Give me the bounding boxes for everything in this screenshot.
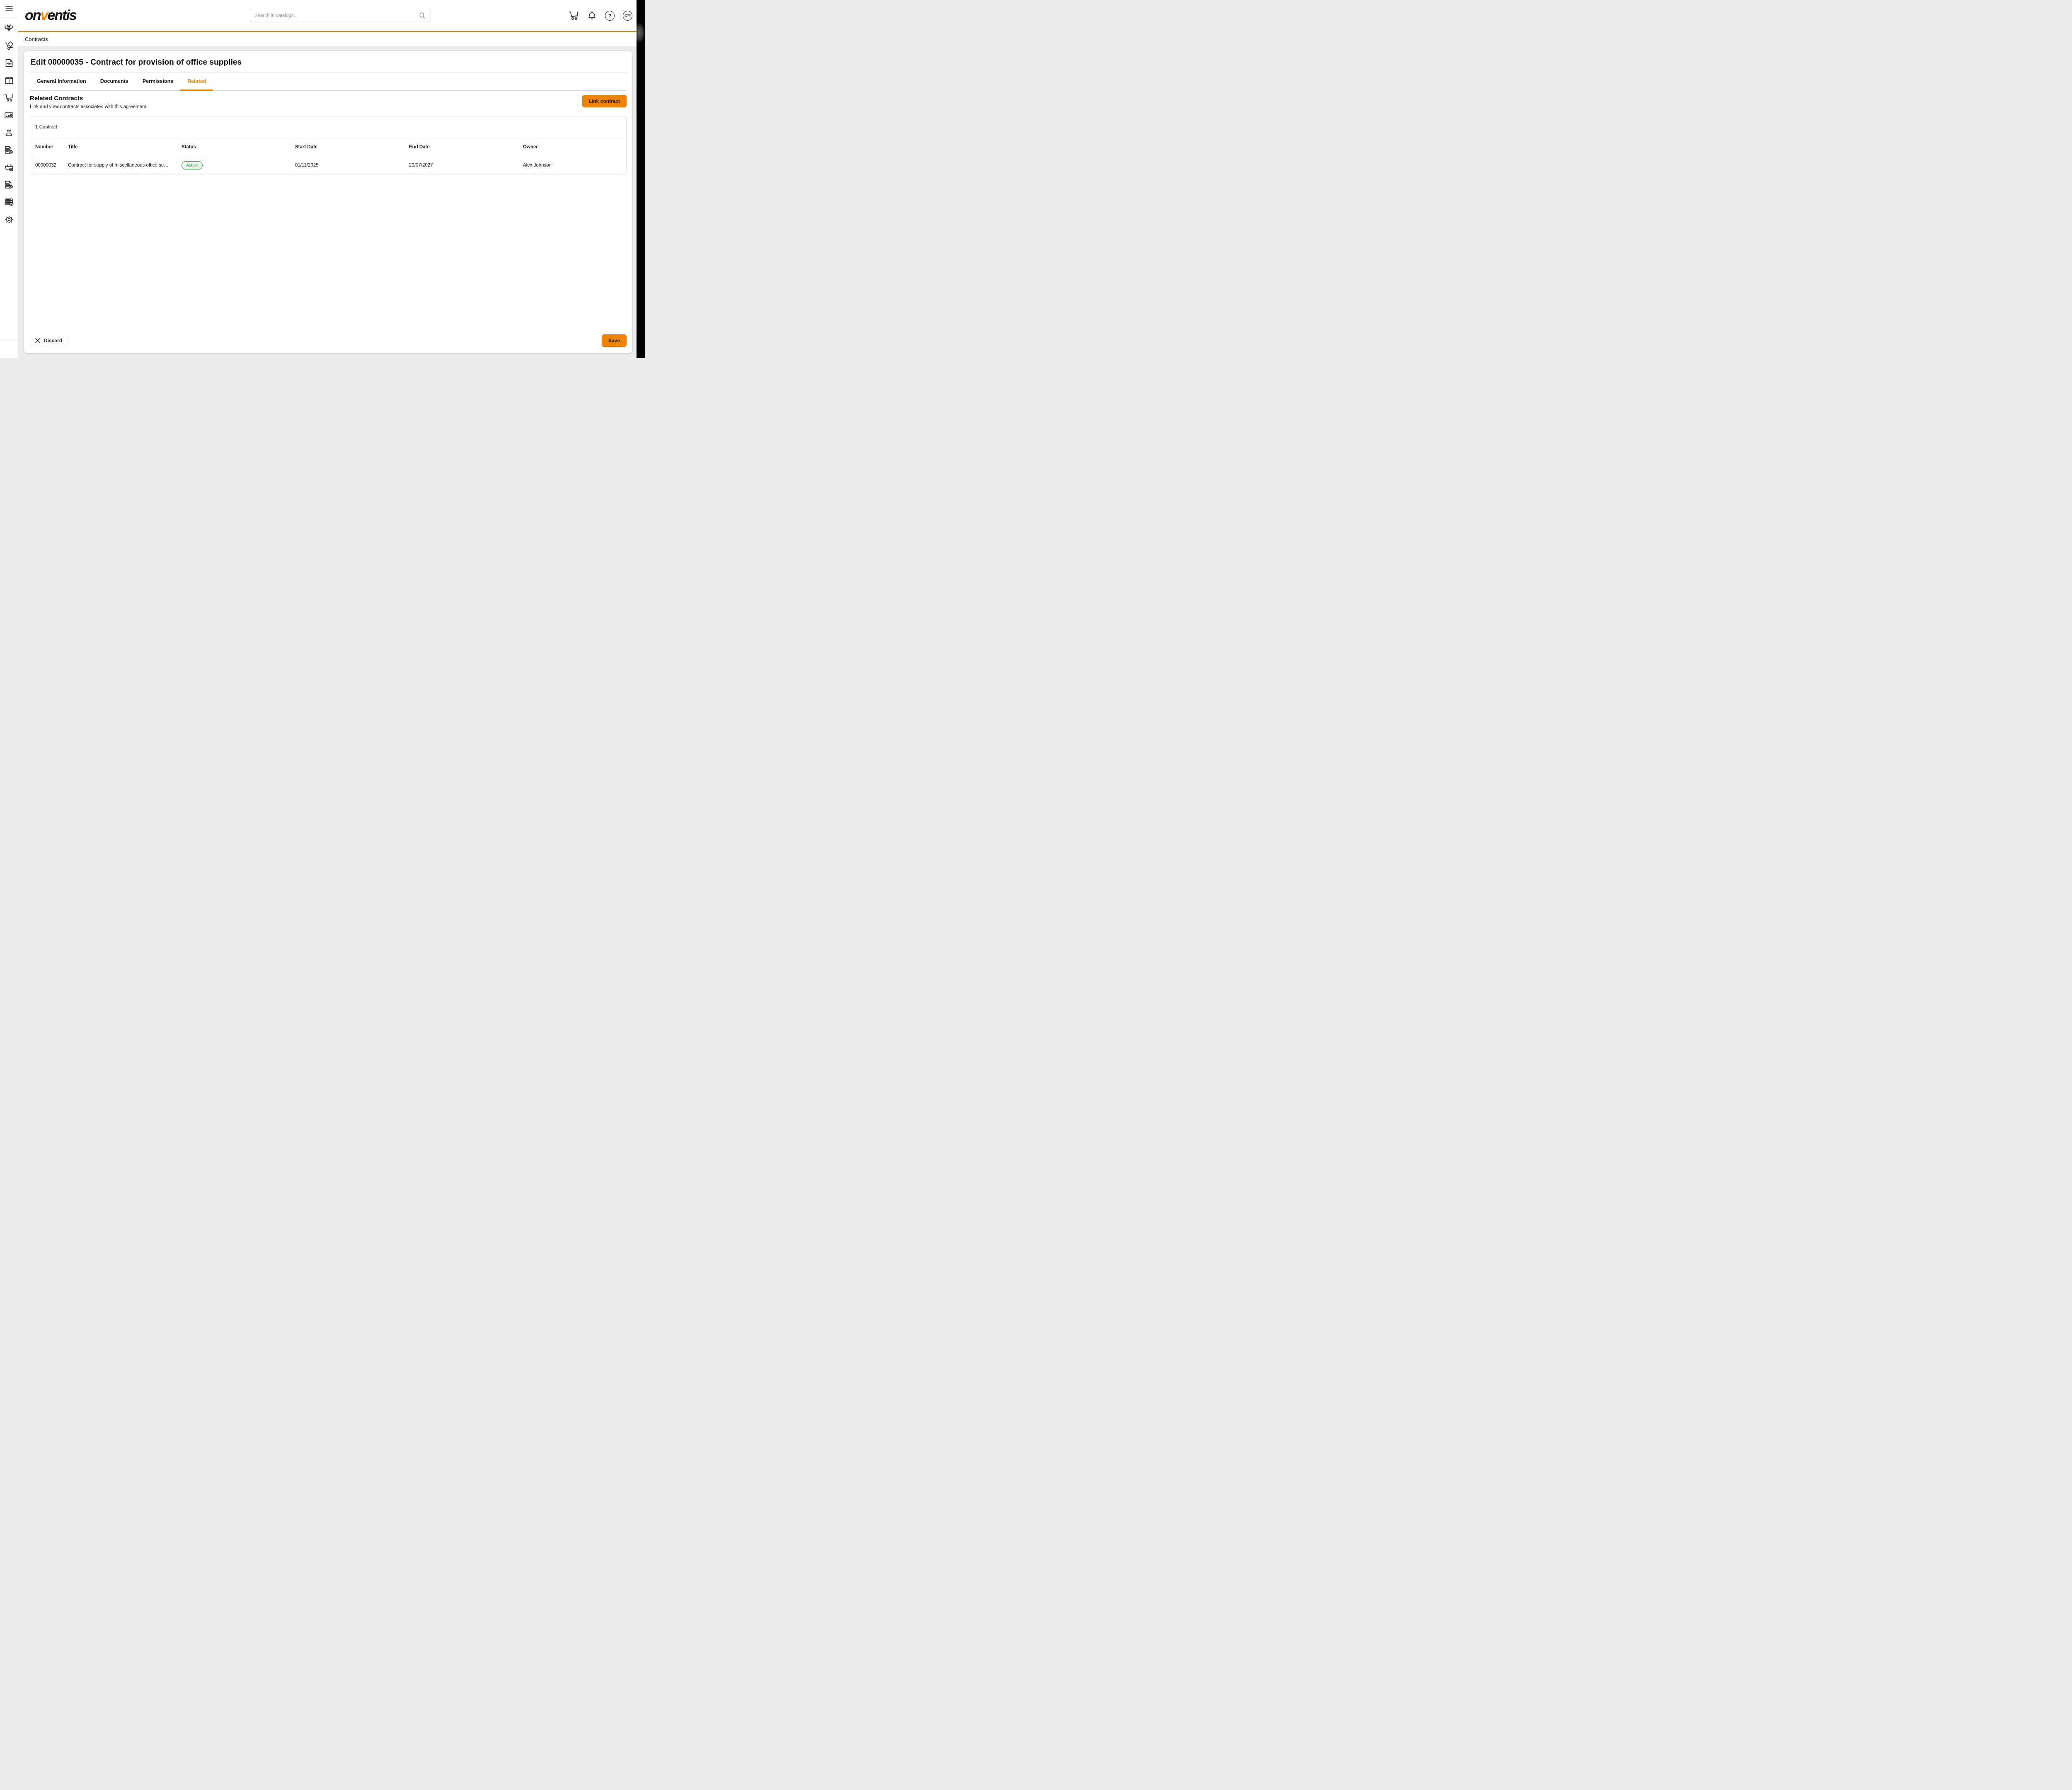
cell-status: Active [182, 161, 295, 169]
menu-icon[interactable] [0, 0, 18, 17]
page-title: Edit 00000035 - Contract for provision o… [31, 58, 626, 67]
table-header-row: Number Title Status Start Date End Date … [30, 138, 626, 156]
cell-title: Contract for supply of miscellaneous off… [68, 163, 182, 168]
sidebar-item-orders-pending[interactable] [0, 159, 18, 176]
related-contracts-table: 1 Contract Number Title Status Start Dat… [30, 116, 627, 174]
table-row[interactable]: 00000032 Contract for supply of miscella… [30, 156, 626, 174]
cart-button[interactable] [569, 11, 579, 21]
account-button[interactable]: CM [623, 11, 632, 21]
column-header-end-date: End Date [409, 145, 523, 150]
card-header: Edit 00000035 - Contract for provision o… [30, 51, 627, 73]
svg-text:§: § [10, 186, 12, 189]
sidebar-item-goods-receipt[interactable] [0, 37, 18, 54]
search-icon[interactable] [418, 12, 426, 20]
cell-end-date: 20/07/2027 [409, 163, 523, 168]
tab-documents[interactable]: Documents [93, 73, 136, 91]
open-book-icon [4, 76, 14, 85]
bell-icon [587, 11, 597, 21]
sidebar-item-contracts-legal[interactable]: § [0, 176, 18, 194]
close-icon [35, 338, 40, 343]
document-percent-icon: % [4, 145, 14, 155]
sidebar-item-settings[interactable] [0, 211, 18, 228]
column-header-start-date: Start Date [295, 145, 409, 150]
section-heading: Related Contracts [30, 95, 148, 102]
sidebar-item-catalogs[interactable] [0, 72, 18, 89]
contract-edit-card: Edit 00000035 - Contract for provision o… [24, 51, 632, 353]
sidebar-item-approvals[interactable] [0, 194, 18, 211]
section-header-row: Related Contracts Link and view contract… [30, 95, 627, 109]
cart-icon [4, 93, 14, 102]
cell-start-date: 01/11/2025 [295, 163, 409, 168]
save-button[interactable]: Save [602, 334, 627, 347]
sidebar-nav: % [0, 17, 18, 228]
screen-right-edge [637, 0, 645, 358]
tab-general-information[interactable]: General Information [30, 73, 93, 91]
cell-number: 00000032 [35, 163, 68, 168]
breadcrumb-bar: Contracts [18, 32, 645, 46]
svg-text:%: % [10, 151, 12, 154]
logo-text-suffix: entis [47, 7, 76, 23]
content-area: Edit 00000035 - Contract for provision o… [18, 46, 645, 358]
column-header-number: Number [35, 145, 68, 150]
hand-truck-icon [5, 41, 14, 50]
sidebar-item-contracts-handshake[interactable] [0, 54, 18, 72]
logo-text-accent: v [41, 7, 48, 23]
basket-clock-icon [4, 163, 14, 172]
catalog-search [250, 9, 431, 22]
search-input[interactable] [254, 13, 418, 18]
document-handshake-icon [5, 58, 14, 68]
main-column: onventis [18, 0, 645, 358]
bar-chart-icon [4, 111, 14, 120]
status-badge: Active [182, 161, 203, 169]
sidebar-item-shop[interactable] [0, 89, 18, 106]
gear-icon [4, 215, 14, 225]
discard-label: Discard [44, 338, 62, 343]
notifications-button[interactable] [587, 11, 597, 21]
sidebar-item-users[interactable] [0, 124, 18, 141]
topbar-icons: ? CM [569, 0, 632, 31]
bee-icon [4, 24, 14, 33]
sidebar: % [0, 0, 18, 358]
section-subtitle: Link and view contracts associated with … [30, 104, 148, 109]
tab-permissions[interactable]: Permissions [136, 73, 180, 91]
sidebar-item-marketplace[interactable] [0, 19, 18, 37]
cell-owner: Alex Johnson [523, 163, 621, 168]
onventis-logo[interactable]: onventis [25, 7, 76, 24]
section-header-text: Related Contracts Link and view contract… [30, 95, 148, 109]
table-count-label: 1 Contract [30, 116, 626, 138]
document-section-icon: § [4, 180, 14, 189]
app-root: % [0, 0, 645, 358]
discard-button[interactable]: Discard [30, 335, 68, 346]
cart-icon [569, 11, 579, 21]
list-check-icon [4, 198, 14, 207]
sidebar-item-reports[interactable] [0, 106, 18, 124]
breadcrumb[interactable]: Contracts [25, 36, 48, 42]
card-footer: Discard Save [24, 334, 632, 353]
tab-bar: General Information Documents Permission… [30, 73, 627, 91]
user-crown-icon [4, 128, 14, 137]
sidebar-item-invoices[interactable]: % [0, 141, 18, 159]
link-contract-button[interactable]: Link contract [582, 95, 627, 107]
logo-text-prefix: on [25, 7, 41, 23]
hamburger-icon [5, 6, 13, 12]
help-button[interactable]: ? [605, 11, 615, 21]
help-icon: ? [605, 11, 615, 21]
tab-related[interactable]: Related [180, 73, 213, 91]
column-header-title: Title [68, 145, 182, 150]
edge-artifact [637, 23, 645, 42]
topbar: onventis [18, 0, 645, 32]
avatar: CM [623, 11, 632, 21]
column-header-owner: Owner [523, 145, 621, 150]
column-header-status: Status [182, 145, 295, 150]
